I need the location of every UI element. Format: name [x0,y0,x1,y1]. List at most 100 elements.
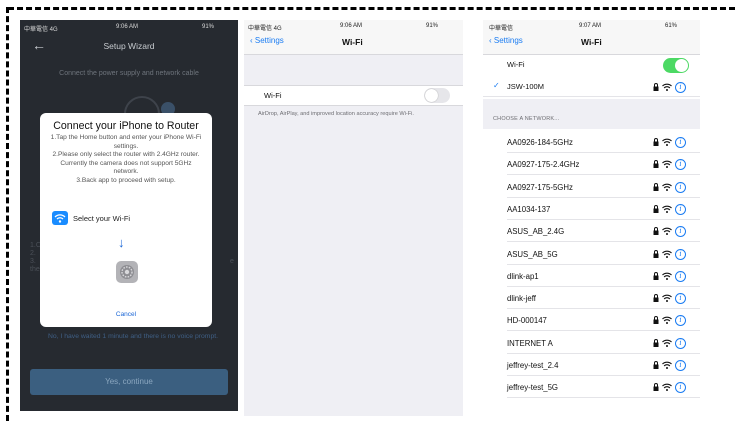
wifi-label: Wi-Fi [264,91,282,100]
info-icon[interactable]: i [675,293,686,305]
wifi-toggle-row: Wi-Fi [483,56,700,74]
lock-icon [653,182,659,191]
lock-icon [653,227,659,236]
network-name: ASUS_AB_2.4G [507,227,565,237]
lock-icon [653,249,659,258]
network-icons: i [653,203,693,215]
cancel-button[interactable]: Cancel [40,311,212,318]
lock-icon [653,383,659,392]
network-row[interactable]: ASUS_AB_2.4G i [483,220,700,243]
back-settings-link[interactable]: ‹ Settings [250,36,284,45]
carrier-text: 中華電信 4G [24,27,58,33]
info-icon[interactable]: i [675,382,686,394]
no-voice-prompt-link[interactable]: No, I have waited 1 minute and there is … [48,332,218,341]
info-icon[interactable]: i [675,226,686,238]
info-icon[interactable]: i [675,270,686,282]
wifi-toggle-on[interactable] [663,58,689,73]
network-row[interactable]: dlink-ap1 i [483,265,700,287]
lock-icon [653,361,659,369]
network-row[interactable]: ASUS_AB_5G i [483,243,700,265]
dialog-instructions: 1.Tap the Home button and enter your iPh… [50,134,202,184]
yes-continue-button[interactable]: Yes, continue [30,369,228,395]
network-row[interactable]: AA1034-137 i [483,198,700,220]
network-name: dlink-jeff [507,294,536,304]
info-icon[interactable]: i [675,203,686,215]
settings-gear-icon [116,261,138,283]
network-icons: i [653,337,693,349]
network-icons: i [653,360,693,371]
network-row[interactable]: jeffrey-test_5G i [483,376,700,399]
status-time: 9:06 AM [116,24,139,30]
network-name: dlink-ap1 [507,271,539,281]
network-row[interactable]: INTERNET A i [483,332,700,354]
network-icons: i [653,270,693,282]
lock-icon [653,294,659,303]
nav-bar: ← Setup Wizard [20,34,238,58]
network-icons: i [653,181,693,193]
setup-wizard-screen: 中華電信 4G 9:06 AM 91% ← Setup Wizard Conne… [20,20,238,411]
back-label: Settings [493,36,523,45]
checkmark-icon: ✓ [493,81,500,90]
wifi-settings-icon [52,211,68,225]
row-divider [507,397,700,399]
wifi-signal-icon [662,339,672,347]
info-icon[interactable]: i [675,337,686,349]
wifi-signal-icon [662,205,672,213]
network-icons: i [653,315,693,327]
network-row[interactable]: AA0927-175-5GHz i [483,176,700,198]
network-icons: i [653,248,693,260]
info-icon[interactable]: i [675,248,686,260]
network-icons: i [653,226,693,238]
info-icon[interactable]: i [675,159,686,171]
wifi-signal-icon [662,160,672,169]
wifi-signal-icon [662,317,672,325]
network-row[interactable]: HD-000147 i [483,309,700,332]
network-row[interactable]: AA0926-184-5GHz i [483,131,700,153]
network-row[interactable]: jeffrey-test_2.4 i [483,354,700,376]
info-icon[interactable]: i [675,360,686,371]
info-icon[interactable]: i [675,82,686,93]
lock-icon [653,338,659,347]
wifi-off-screen: 中華電信 4G 9:06 AM 91% ‹ Settings Wi-Fi Wi-… [244,20,463,416]
page-title: Wi-Fi [342,37,363,47]
back-settings-link[interactable]: ‹ Settings [489,36,523,45]
network-row[interactable]: AA0927-175-2.4GHz i [483,153,700,176]
status-bar: 中華電信 9:07 AM 61% [483,20,700,32]
network-name: AA1034-137 [507,204,551,214]
wifi-toggle-row: Wi-Fi [244,85,463,106]
wifi-signal-icon [662,294,672,303]
network-name: JSW-100M [507,82,544,91]
network-name: jeffrey-test_2.4 [507,361,559,370]
network-name: HD-000147 [507,316,547,326]
instruction-text: Connect the power supply and network cab… [59,70,199,77]
lock-icon [653,160,659,169]
nav-bar: ‹ Settings Wi-Fi [244,32,463,55]
section-label: CHOOSE A NETWORK... [493,116,560,122]
nav-bar: ‹ Settings Wi-Fi [483,32,700,55]
network-name: AA0927-175-5GHz [507,182,573,192]
page-title: Setup Wizard [103,41,155,51]
select-wifi-label: Select your Wi-Fi [73,214,131,223]
network-icons: i [653,382,693,394]
dashed-border-left [6,7,9,421]
wifi-label: Wi-Fi [507,60,525,69]
wifi-signal-icon [662,83,672,91]
carrier-text: 中華電信 [489,26,514,32]
wifi-on-screen: 中華電信 9:07 AM 61% ‹ Settings Wi-Fi Wi-Fi … [483,20,700,421]
status-bar: 中華電信 4G 9:06 AM 91% [244,20,463,32]
network-name: INTERNET A [507,338,553,348]
network-name: AA0927-175-2.4GHz [507,160,580,170]
back-label: Settings [254,36,284,45]
info-icon[interactable]: i [675,137,686,148]
wifi-toggle-off[interactable] [424,88,450,103]
network-icons: i [653,137,693,148]
status-time: 9:06 AM [340,23,363,29]
connected-network-row[interactable]: ✓ JSW-100M i [483,76,700,97]
network-row[interactable]: dlink-jeff i [483,287,700,310]
info-icon[interactable]: i [675,315,686,327]
wifi-signal-icon [662,250,672,258]
network-name: AA0926-184-5GHz [507,138,573,147]
info-icon[interactable]: i [675,181,686,193]
battery-text: 61% [665,23,678,29]
choose-network-header: CHOOSE A NETWORK... [483,99,700,129]
